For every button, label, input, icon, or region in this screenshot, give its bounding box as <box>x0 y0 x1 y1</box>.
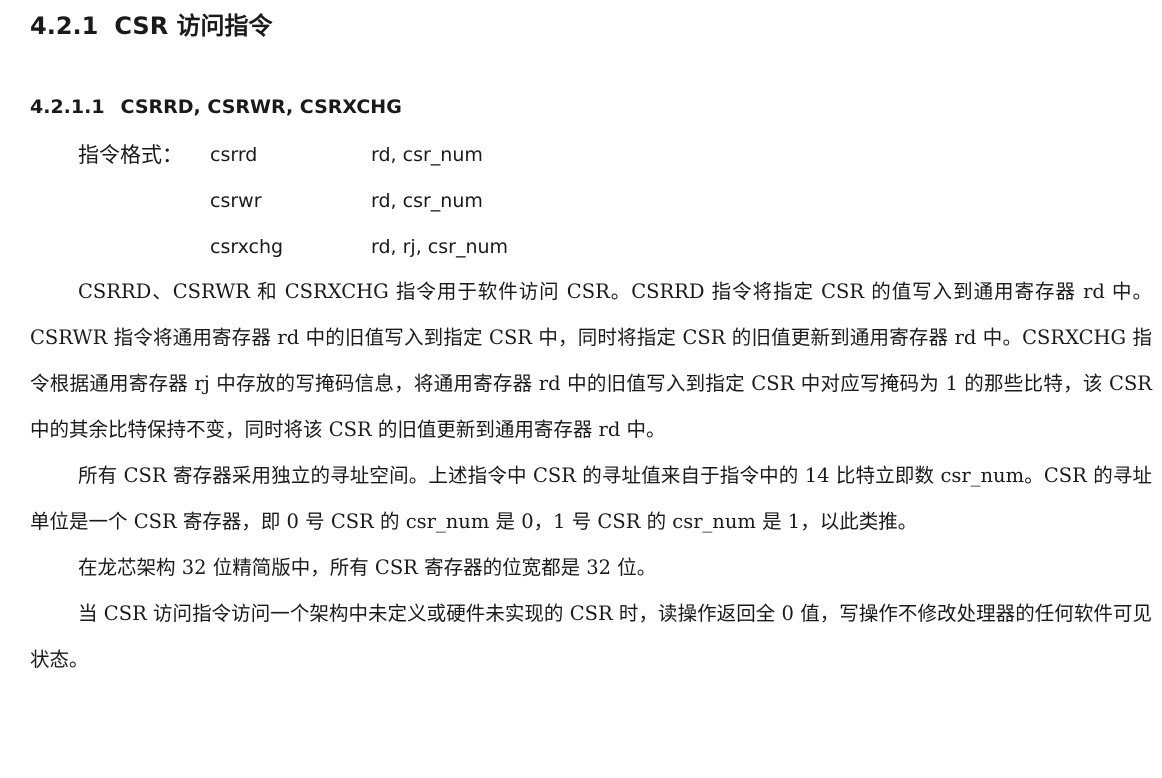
instruction-mnemonic: csrrd <box>210 144 258 166</box>
paragraph: 当 CSR 访问指令访问一个架构中未定义或硬件未实现的 CSR 时，读操作返回全… <box>30 602 1152 671</box>
instruction-operands: rd, csr_num <box>371 144 483 166</box>
instruction-operands: rd, csr_num <box>371 190 483 212</box>
subsection-number: 4.2.1.1 <box>30 96 105 118</box>
subsection-title: CSRRD, CSRWR, CSRXCHG <box>120 96 402 118</box>
section-title: CSR 访问指令 <box>114 12 273 40</box>
body-text: CSRRD、CSRWR 和 CSRXCHG 指令用于软件访问 CSR。CSRRD… <box>30 269 1152 683</box>
instruction-mnemonic: csrxchg <box>210 236 284 258</box>
format-row: csrwr rd, csr_num <box>30 184 1152 230</box>
paragraph: 所有 CSR 寄存器采用独立的寻址空间。上述指令中 CSR 的寻址值来自于指令中… <box>30 464 1152 533</box>
section-heading: 4.2.1 CSR 访问指令 <box>30 8 273 44</box>
instruction-operands: rd, rj, csr_num <box>371 236 509 258</box>
paragraph: CSRRD、CSRWR 和 CSRXCHG 指令用于软件访问 CSR。CSRRD… <box>30 280 1152 441</box>
format-row: 指令格式： csrrd rd, csr_num <box>30 138 1152 184</box>
format-label: 指令格式： <box>78 143 183 167</box>
instruction-mnemonic: csrwr <box>210 190 262 212</box>
subsection-heading: 4.2.1.1 CSRRD, CSRWR, CSRXCHG <box>30 92 402 122</box>
instruction-format-block: 指令格式： csrrd rd, csr_num csrwr rd, csr_nu… <box>30 138 1152 276</box>
paragraph: 在龙芯架构 32 位精简版中，所有 CSR 寄存器的位宽都是 32 位。 <box>78 556 657 579</box>
section-number: 4.2.1 <box>30 12 99 40</box>
